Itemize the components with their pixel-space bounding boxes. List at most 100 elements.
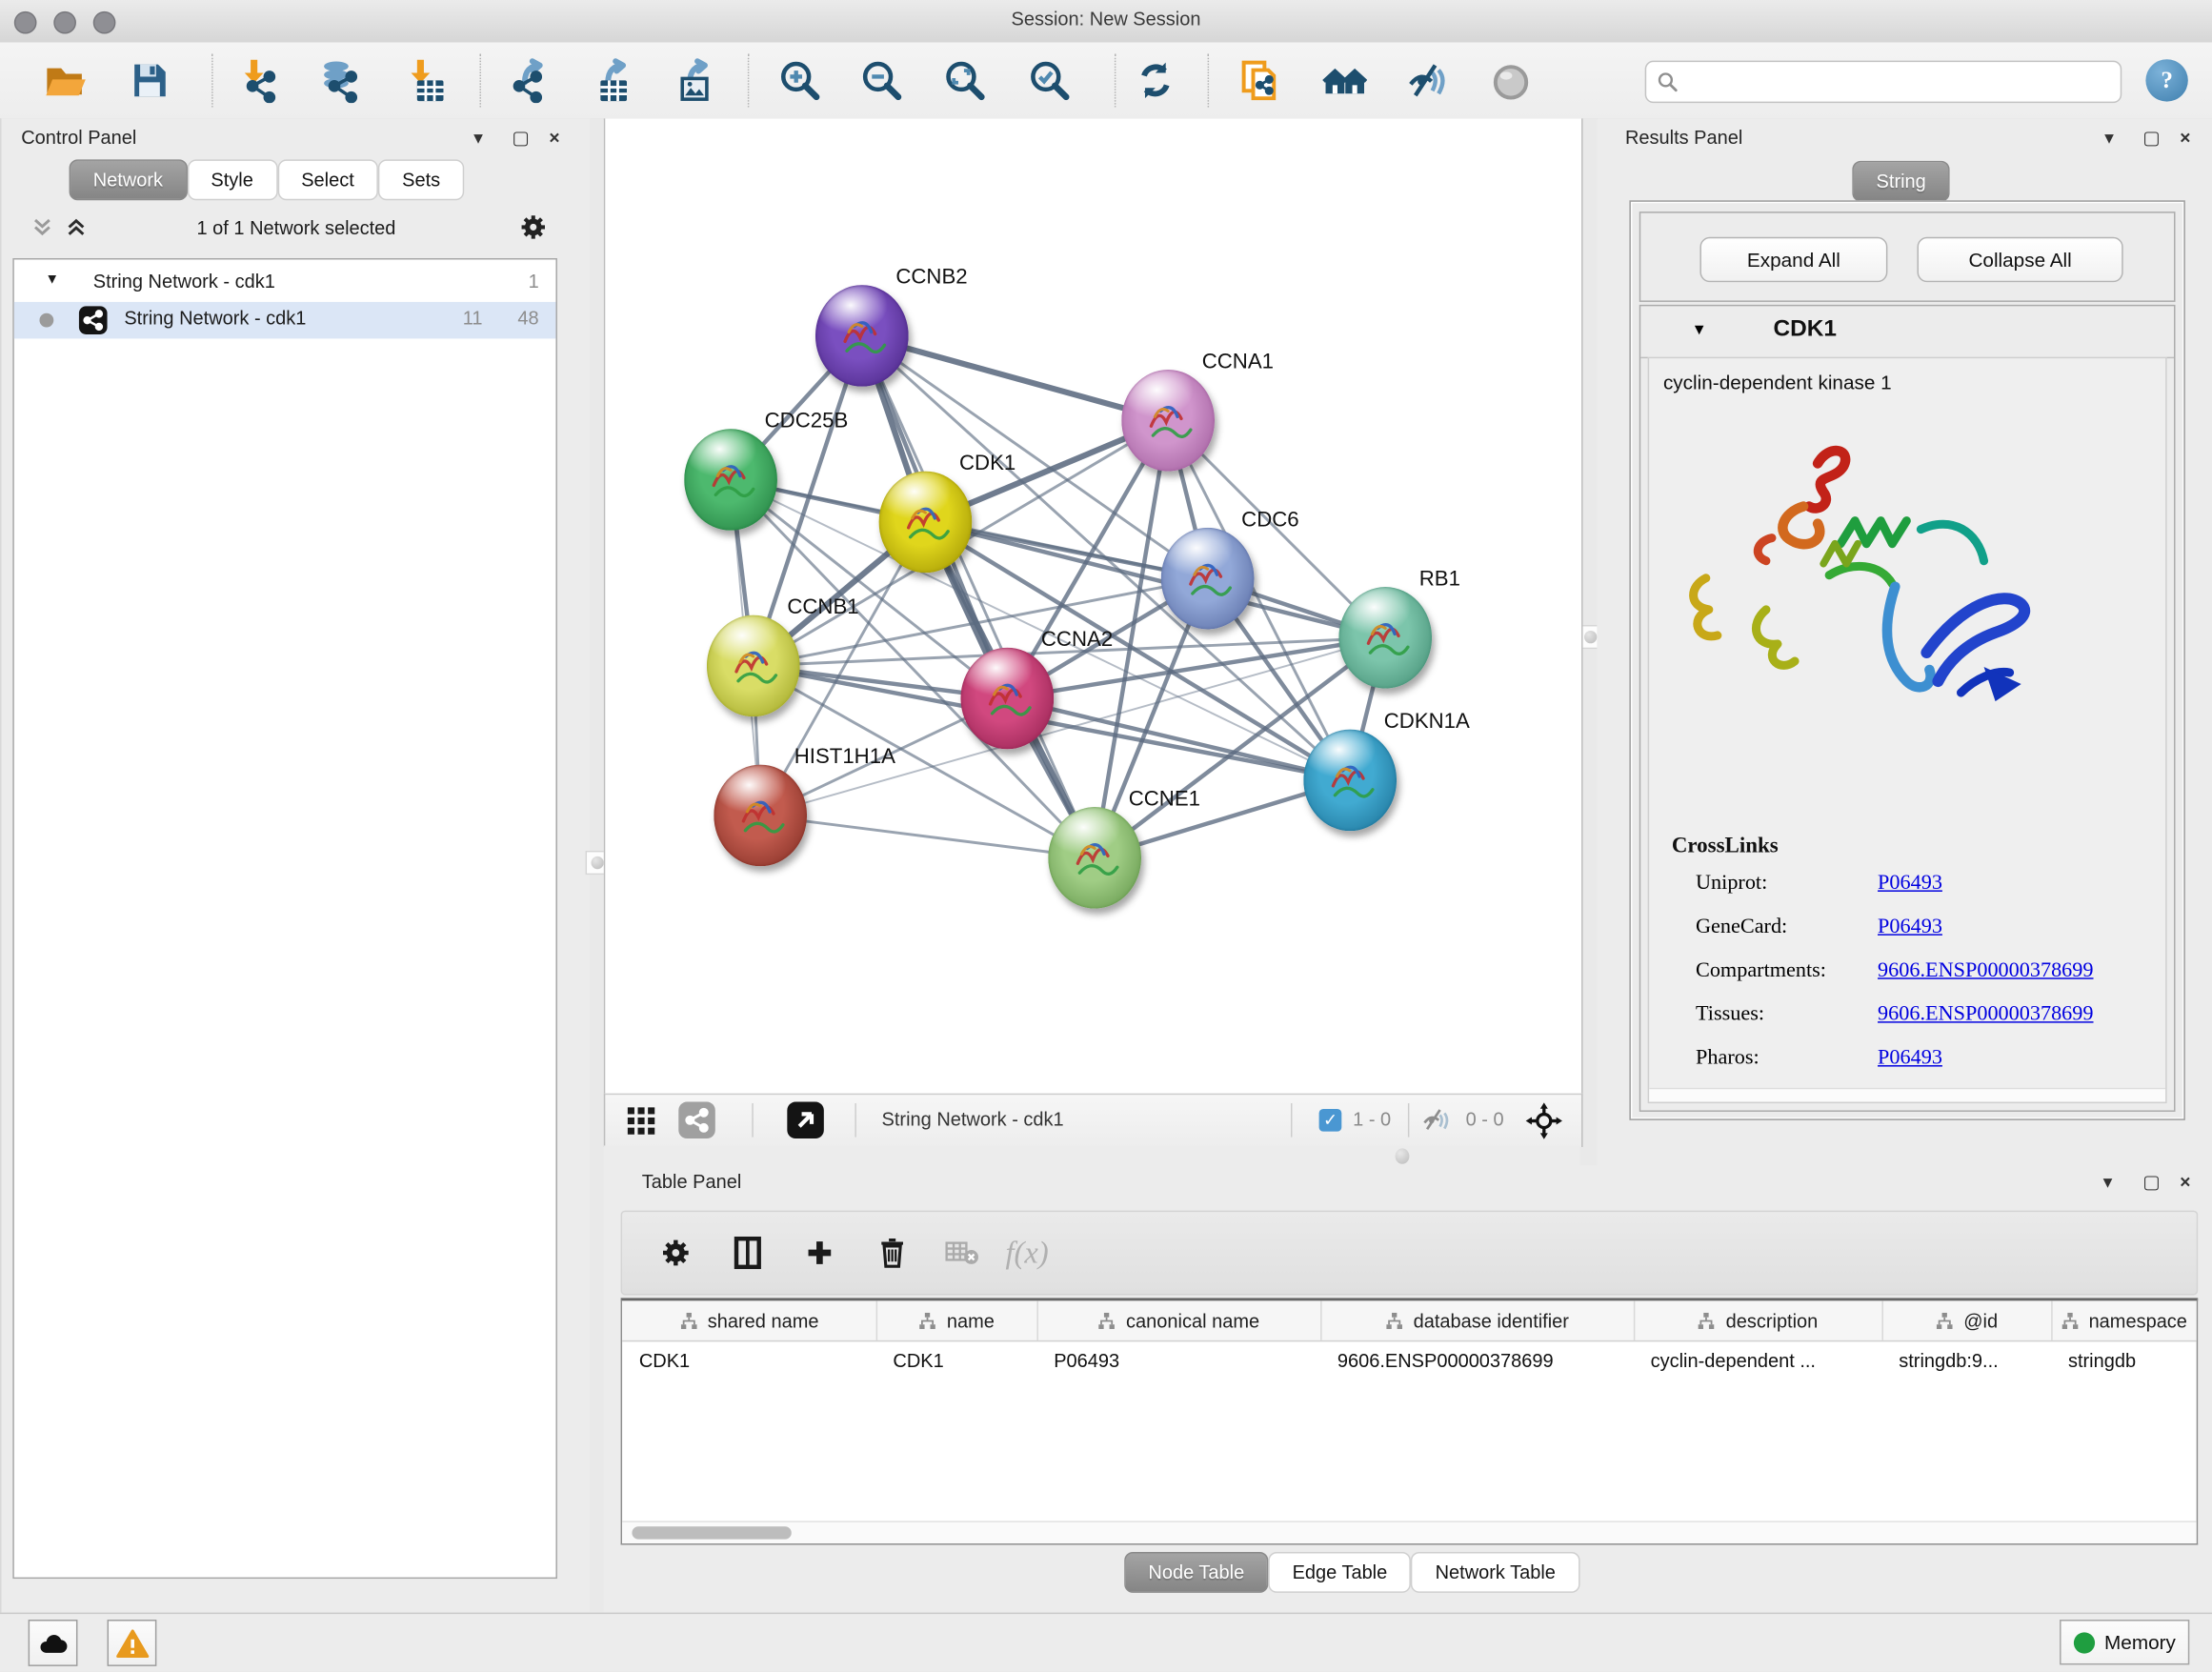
hidden-eye-icon[interactable] xyxy=(1420,1106,1452,1135)
import-database-button[interactable] xyxy=(309,52,371,109)
table-cell[interactable]: CDK1 xyxy=(622,1343,876,1380)
table-horizontal-scrollbar[interactable] xyxy=(622,1521,2197,1543)
export-network-button[interactable] xyxy=(493,52,555,109)
crosslink-link[interactable]: P06493 xyxy=(1878,916,1942,939)
column-header-3[interactable]: database identifier xyxy=(1320,1300,1635,1340)
hide-panel-button[interactable] xyxy=(1397,52,1458,109)
help-button[interactable]: ? xyxy=(2145,59,2187,101)
tab-network[interactable]: Network xyxy=(70,159,188,200)
left-splitter[interactable] xyxy=(590,118,604,1612)
node-table[interactable]: shared namenamecanonical namedatabase id… xyxy=(621,1298,2199,1544)
tab-sets[interactable]: Sets xyxy=(378,159,464,200)
zoom-fit-button[interactable] xyxy=(934,52,995,109)
collapse-all-button[interactable]: Collapse All xyxy=(1918,237,2123,282)
zoom-out-button[interactable] xyxy=(851,52,913,109)
tab-network-table[interactable]: Network Table xyxy=(1411,1552,1579,1593)
network-node-CDC6[interactable] xyxy=(1161,528,1255,630)
tab-node-table[interactable]: Node Table xyxy=(1124,1552,1268,1593)
crosslink-label: Uniprot: xyxy=(1696,872,1767,895)
table-scrollbar-thumb[interactable] xyxy=(632,1526,791,1539)
network-node-CDKN1A[interactable] xyxy=(1303,730,1397,832)
export-image-button[interactable] xyxy=(659,52,721,109)
results-panel-close-icon[interactable]: × xyxy=(2174,126,2197,151)
open-session-button[interactable] xyxy=(34,52,96,109)
table-cell[interactable]: 9606.ENSP00000378699 xyxy=(1320,1343,1634,1380)
crosslink-link[interactable]: P06493 xyxy=(1878,872,1942,896)
export-table-button[interactable] xyxy=(577,52,639,109)
network-row[interactable]: String Network - cdk1 11 48 xyxy=(14,302,556,339)
column-header-5[interactable]: @id xyxy=(1881,1300,2052,1340)
add-column-icon[interactable] xyxy=(798,1233,840,1272)
zoom-in-button[interactable] xyxy=(769,52,831,109)
column-header-4[interactable]: description xyxy=(1634,1300,1883,1340)
network-node-CCNA2[interactable] xyxy=(960,648,1054,750)
results-panel-menu-icon[interactable]: ▾ xyxy=(2098,126,2121,151)
gene-section-header[interactable]: ▼ CDK1 xyxy=(1640,306,2174,358)
column-header-0[interactable]: shared name xyxy=(622,1300,877,1340)
network-node-HIST1H1A[interactable] xyxy=(714,765,807,867)
network-node-CCNB2[interactable] xyxy=(815,285,909,387)
horizontal-splitter[interactable] xyxy=(604,1145,1580,1165)
network-node-RB1[interactable] xyxy=(1338,587,1432,689)
table-panel-menu-icon[interactable]: ▾ xyxy=(2097,1170,2120,1196)
control-panel-float-icon[interactable]: ▢ xyxy=(510,126,533,151)
horizontal-splitter-handle[interactable] xyxy=(1396,1148,1410,1163)
network-collection-row[interactable]: ▼ String Network - cdk1 1 xyxy=(14,265,556,302)
network-node-CCNA1[interactable] xyxy=(1121,370,1215,472)
show-columns-icon[interactable] xyxy=(727,1233,769,1272)
import-network-button[interactable] xyxy=(227,52,289,109)
save-session-button[interactable] xyxy=(118,52,180,109)
share-document-icon xyxy=(1237,58,1282,103)
delete-column-trash-icon[interactable] xyxy=(871,1233,913,1272)
table-panel-close-icon[interactable]: × xyxy=(2174,1170,2197,1196)
tab-edge-table[interactable]: Edge Table xyxy=(1268,1552,1411,1593)
grid-view-icon[interactable] xyxy=(625,1105,657,1138)
crosslink-link[interactable]: 9606.ENSP00000378699 xyxy=(1878,959,2093,983)
refresh-view-button[interactable] xyxy=(1124,52,1186,109)
crosslink-link[interactable]: 9606.ENSP00000378699 xyxy=(1878,1003,2093,1027)
share-document-button[interactable] xyxy=(1229,52,1291,109)
network-node-CCNB1[interactable] xyxy=(707,615,800,717)
network-node-CDC25B[interactable] xyxy=(684,429,777,531)
results-panel-float-icon[interactable]: ▢ xyxy=(2140,126,2162,151)
network-node-CDK1[interactable] xyxy=(879,472,973,574)
zoom-selected-button[interactable] xyxy=(1018,52,1080,109)
import-table-button[interactable] xyxy=(393,52,455,109)
table-cell[interactable]: stringdb:9... xyxy=(1881,1343,2051,1380)
table-settings-gear-icon[interactable] xyxy=(654,1233,696,1272)
table-cell[interactable]: stringdb xyxy=(2051,1343,2197,1380)
search-input[interactable] xyxy=(1686,64,2115,101)
tab-string[interactable]: String xyxy=(1852,161,1950,202)
network-edge[interactable] xyxy=(760,816,1095,857)
table-cell[interactable]: cyclin-dependent ... xyxy=(1634,1343,1882,1380)
network-node-CCNE1[interactable] xyxy=(1048,807,1141,909)
control-panel-menu-icon[interactable]: ▾ xyxy=(467,126,490,151)
selected-count-checkbox[interactable]: ✓ xyxy=(1319,1109,1342,1132)
tab-style[interactable]: Style xyxy=(187,159,277,200)
column-header-2[interactable]: canonical name xyxy=(1036,1300,1321,1340)
string-home-button[interactable] xyxy=(1314,52,1376,109)
open-in-window-icon[interactable] xyxy=(787,1102,824,1139)
column-header-6[interactable]: namespace xyxy=(2051,1300,2198,1340)
memory-button[interactable]: Memory xyxy=(2060,1620,2189,1664)
gene-collapse-icon[interactable]: ▼ xyxy=(1692,322,1707,339)
network-options-gear-icon[interactable] xyxy=(517,212,549,243)
table-panel-float-icon[interactable]: ▢ xyxy=(2140,1170,2162,1196)
search-box[interactable] xyxy=(1645,61,2122,103)
table-cell[interactable]: CDK1 xyxy=(876,1343,1037,1380)
birds-eye-icon[interactable] xyxy=(1525,1102,1563,1140)
table-cell[interactable]: P06493 xyxy=(1036,1343,1320,1380)
warnings-button[interactable] xyxy=(108,1620,157,1666)
network-canvas[interactable]: CCNB2 CCNA1 CDC25B CDK1 CDC6 RB1 CCNB1 C… xyxy=(604,118,1583,1093)
string-view-icon[interactable] xyxy=(678,1102,715,1139)
network-edge[interactable] xyxy=(862,335,1095,857)
inspect-eye-button[interactable] xyxy=(1479,52,1541,109)
results-scrollbar[interactable] xyxy=(1649,1088,2165,1102)
cloud-button[interactable] xyxy=(29,1620,78,1666)
collection-collapse-icon[interactable]: ▼ xyxy=(45,272,59,288)
tab-select[interactable]: Select xyxy=(277,159,378,200)
crosslink-link[interactable]: P06493 xyxy=(1878,1047,1942,1071)
control-panel-close-icon[interactable]: × xyxy=(543,126,566,151)
column-header-1[interactable]: name xyxy=(876,1300,1038,1340)
expand-all-button[interactable]: Expand All xyxy=(1699,237,1887,282)
